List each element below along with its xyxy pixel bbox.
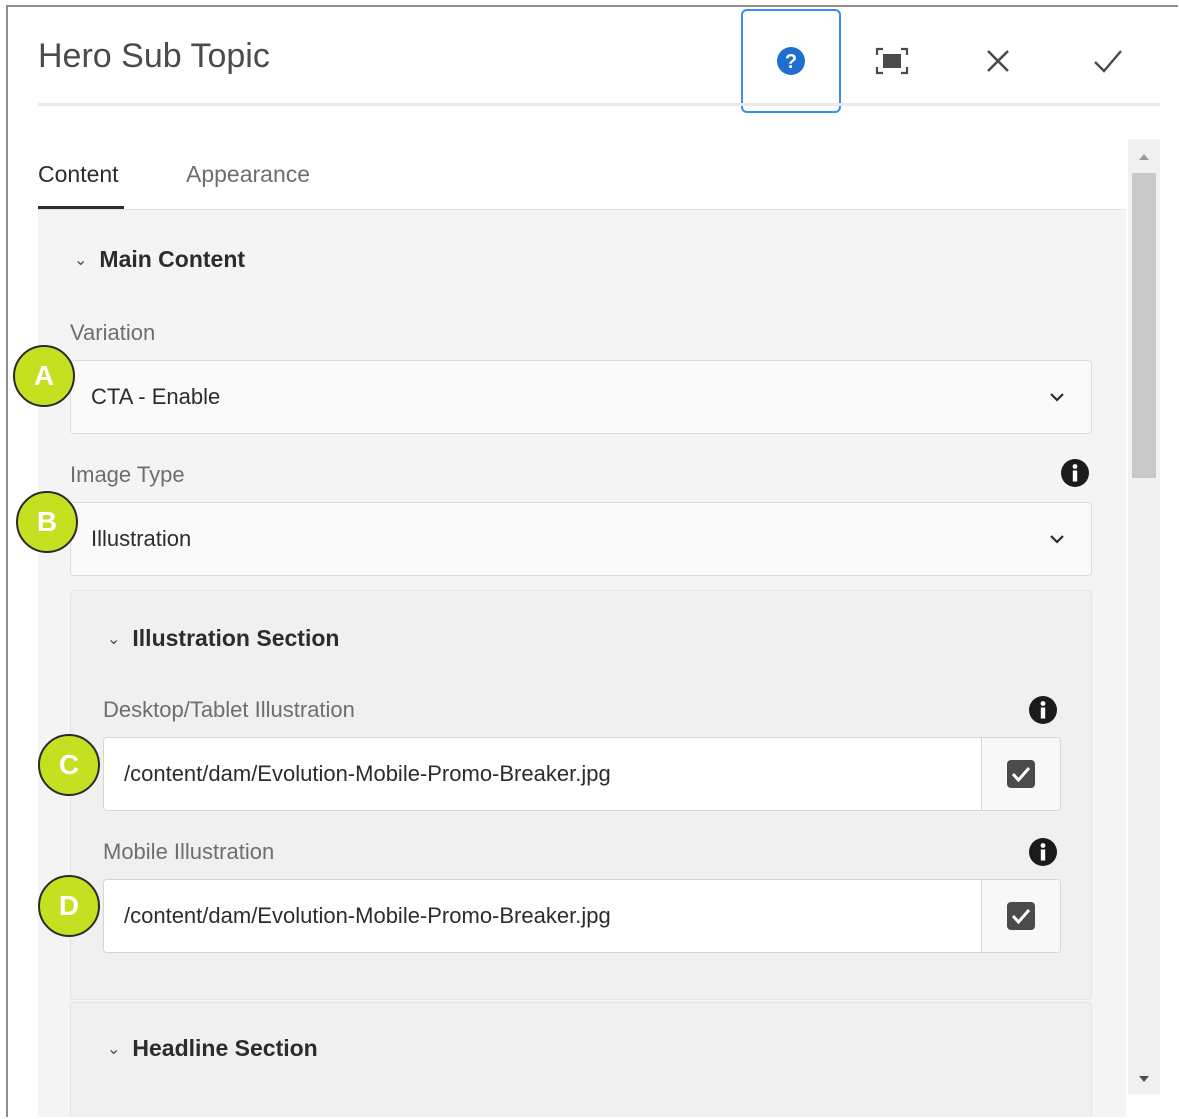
chevron-down-icon: ⌄ (74, 251, 88, 269)
done-button[interactable] (1058, 9, 1158, 113)
dialog-title: Hero Sub Topic (38, 37, 270, 75)
desktop-illustration-label: Desktop/Tablet Illustration (103, 697, 355, 722)
fullscreen-button[interactable] (842, 9, 942, 113)
help-icon: ? (777, 47, 805, 75)
annotation-marker-d: D (38, 875, 100, 937)
dialog-header: Hero Sub Topic ? (8, 7, 1168, 113)
chevron-down-icon: ⌄ (107, 1040, 121, 1058)
chevron-down-icon: ⌄ (107, 630, 121, 648)
annotation-marker-c: C (38, 734, 100, 796)
headline-section-panel: ⌄ Headline Section (70, 1002, 1092, 1117)
content-panel: ⌄ Main Content Variation CTA - Enable Im… (38, 209, 1126, 1117)
info-icon[interactable] (1028, 837, 1058, 867)
fullscreen-icon (875, 47, 909, 75)
close-icon (987, 50, 1009, 72)
scrollbar-thumb[interactable] (1132, 173, 1156, 478)
chevron-down-icon (1050, 535, 1064, 544)
tab-appearance[interactable]: Appearance (186, 161, 310, 188)
scroll-down-icon[interactable] (1135, 1073, 1153, 1085)
desktop-illustration-pathfield (103, 737, 1061, 811)
variation-label: Variation (70, 320, 156, 345)
scroll-up-icon[interactable] (1135, 151, 1153, 163)
main-content-section-toggle[interactable]: ⌄ Main Content (74, 246, 245, 273)
dialog: Hero Sub Topic ? Content Appearance ⌄ Ma… (6, 5, 1178, 1117)
help-button[interactable]: ? (741, 9, 841, 113)
desktop-illustration-picker-button[interactable] (981, 738, 1060, 810)
checkbox-checked-icon (1007, 760, 1035, 788)
close-button[interactable] (948, 9, 1048, 113)
illustration-section-toggle[interactable]: ⌄ Illustration Section (107, 625, 339, 652)
headline-section-toggle[interactable]: ⌄ Headline Section (107, 1035, 318, 1062)
checkmark-icon (1094, 50, 1122, 73)
mobile-illustration-pathfield (103, 879, 1061, 953)
headline-section-heading: Headline Section (132, 1035, 318, 1061)
mobile-illustration-picker-button[interactable] (981, 880, 1060, 952)
main-content-heading: Main Content (99, 246, 246, 272)
image-type-label: Image Type (70, 462, 185, 487)
chevron-down-icon (1050, 393, 1064, 402)
desktop-illustration-input[interactable] (104, 738, 981, 810)
image-type-value: Illustration (91, 526, 192, 551)
tab-content[interactable]: Content (38, 161, 119, 188)
mobile-illustration-label: Mobile Illustration (103, 839, 275, 864)
image-type-select[interactable]: Illustration (70, 502, 1092, 576)
checkbox-checked-icon (1007, 902, 1035, 930)
annotation-marker-a: A (13, 345, 75, 407)
illustration-section-heading: Illustration Section (132, 625, 340, 651)
info-icon[interactable] (1028, 695, 1058, 725)
svg-text:?: ? (785, 51, 797, 73)
info-icon[interactable] (1060, 458, 1090, 488)
annotation-marker-b: B (16, 491, 78, 553)
variation-value: CTA - Enable (91, 384, 221, 409)
illustration-section-panel: ⌄ Illustration Section Desktop/Tablet Il… (70, 590, 1092, 1000)
variation-select[interactable]: CTA - Enable (70, 360, 1092, 434)
header-divider (38, 103, 1160, 106)
mobile-illustration-input[interactable] (104, 880, 981, 952)
